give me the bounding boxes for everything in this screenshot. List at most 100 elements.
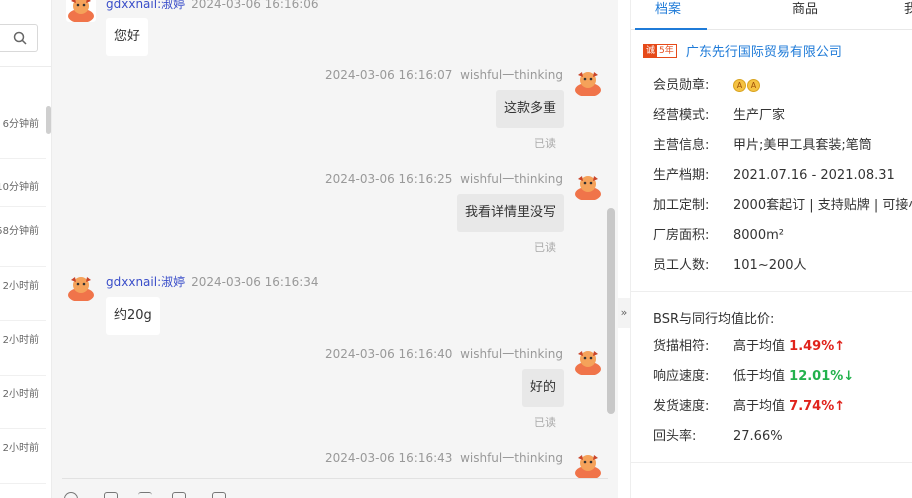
- message-list[interactable]: gdxxnail:淑婷 2024-03-06 16:16:06 您好 2024-0…: [52, 0, 618, 498]
- avatar-icon: [575, 351, 601, 376]
- company-name-link[interactable]: 广东先行国际贸易有限公司: [686, 41, 842, 60]
- message-header: 2024-03-06 16:16:43 wishful一thinking: [325, 449, 563, 466]
- message-header: 2024-03-06 16:16:07 wishful一thinking: [325, 66, 563, 83]
- tab-profile[interactable]: 档案: [655, 0, 681, 20]
- divider: [0, 375, 46, 376]
- avatar[interactable]: [573, 170, 603, 201]
- info-value: 甲片;美甲工具套装;笔筒: [733, 138, 872, 153]
- avatar[interactable]: [573, 345, 603, 376]
- emoji-icon[interactable]: [64, 492, 78, 498]
- bsr-label: 回头率:: [653, 429, 697, 444]
- history-icon[interactable]: [212, 492, 226, 498]
- info-value: 生产厂家: [733, 108, 786, 123]
- arrow-up-icon: ↑: [834, 399, 846, 414]
- medal-icon: A: [733, 79, 746, 92]
- info-row-medal: 会员勋章: A A: [653, 76, 761, 96]
- read-status: 已读: [534, 416, 556, 429]
- message-header: 2024-03-06 16:16:25 wishful一thinking: [325, 170, 563, 187]
- avatar[interactable]: [573, 449, 603, 480]
- info-label: 主营信息:: [653, 138, 710, 153]
- divider: [0, 483, 46, 484]
- message-bubble[interactable]: 约20g: [106, 297, 160, 335]
- sender-name[interactable]: gdxxnail:淑婷: [106, 0, 185, 11]
- message-time: 2024-03-06 16:16:07: [324, 68, 453, 82]
- message-time: 2024-03-06 16:16:06: [191, 0, 319, 11]
- session-time: 2小时前: [2, 389, 39, 400]
- message-time: 2024-03-06 16:16:40: [324, 347, 453, 361]
- scissors-icon[interactable]: [138, 492, 152, 498]
- collapse-panel-button[interactable]: »: [618, 298, 630, 328]
- session-list[interactable]: 6分钟前 10分钟前 58分钟前 2小时前 2小时前 2小时前 2小时前: [0, 0, 52, 498]
- info-row: 主营信息: 甲片;美甲工具套装;笔筒: [653, 136, 872, 156]
- session-time: 10分钟前: [0, 182, 39, 193]
- info-label: 厂房面积:: [653, 228, 710, 243]
- arrow-down-icon: ↓: [843, 369, 855, 384]
- info-value: 101~200人: [733, 258, 807, 273]
- chat-window: 6分钟前 10分钟前 58分钟前 2小时前 2小时前 2小时前 2小时前 gdx…: [0, 0, 912, 498]
- divider: [0, 428, 46, 429]
- tab-products[interactable]: 商品: [792, 0, 818, 20]
- bsr-prefix: 高于均值: [733, 339, 786, 354]
- message-time: 2024-03-06 16:16:34: [191, 275, 319, 289]
- avatar[interactable]: [573, 66, 603, 97]
- info-label: 员工人数:: [653, 258, 710, 273]
- badge-tag: 诚: [644, 44, 658, 57]
- divider: [0, 206, 46, 207]
- avatar-icon: [68, 277, 94, 302]
- read-status: 已读: [534, 137, 556, 150]
- sender-name[interactable]: gdxxnail:淑婷: [106, 275, 185, 289]
- session-scrollbar[interactable]: [46, 106, 51, 134]
- bsr-label: 发货速度:: [653, 399, 710, 414]
- info-value: 8000m²: [733, 228, 784, 243]
- bsr-prefix: 低于均值: [733, 369, 786, 384]
- read-status: 已读: [534, 241, 556, 254]
- session-time: 2小时前: [2, 443, 39, 454]
- avatar-icon: [575, 72, 601, 97]
- info-value: 2000套起订 | 支持贴牌 | 可接小: [733, 198, 912, 213]
- sender-name: wishful一thinking: [460, 172, 563, 186]
- message-time: 2024-03-06 16:16:43: [324, 451, 453, 465]
- bsr-row: 货描相符: 高于均值 1.49%↑: [653, 337, 845, 357]
- avatar-icon: [575, 176, 601, 201]
- avatar[interactable]: [66, 271, 96, 302]
- sender-name: wishful一thinking: [460, 68, 563, 82]
- bsr-prefix: 高于均值: [733, 399, 786, 414]
- session-time: 2小时前: [2, 335, 39, 346]
- info-row: 员工人数: 101~200人: [653, 256, 807, 276]
- info-label: 经营模式:: [653, 108, 710, 123]
- message-bubble[interactable]: 这款多重: [495, 90, 564, 128]
- avatar-icon: [66, 0, 96, 23]
- divider: [0, 66, 52, 67]
- message-bubble[interactable]: 好的: [521, 369, 564, 407]
- message-bubble[interactable]: 您好: [106, 18, 149, 56]
- bsr-title: BSR与同行均值比价:: [653, 312, 775, 327]
- company-header: 诚 5年 广东先行国际贸易有限公司: [643, 40, 842, 60]
- bsr-row: 回头率: 27.66%: [653, 427, 783, 447]
- active-tab-indicator: [635, 28, 707, 30]
- session-time: 2小时前: [2, 281, 39, 292]
- divider: [631, 291, 912, 292]
- panel-tabs: 档案 商品 我: [631, 0, 912, 30]
- session-time: 58分钟前: [0, 226, 39, 237]
- message-header: 2024-03-06 16:16:40 wishful一thinking: [325, 345, 563, 362]
- sender-name: wishful一thinking: [460, 347, 563, 361]
- chat-scrollbar[interactable]: [607, 208, 615, 414]
- bsr-row: 响应速度: 低于均值 12.01%↓: [653, 367, 854, 387]
- search-button[interactable]: [0, 24, 38, 52]
- file-icon[interactable]: [172, 492, 186, 498]
- tab-more[interactable]: 我: [904, 0, 912, 20]
- message-bubble[interactable]: 我看详情里没写: [456, 194, 564, 232]
- info-row: 加工定制: 2000套起订 | 支持贴牌 | 可接小: [653, 196, 912, 216]
- image-icon[interactable]: [104, 492, 118, 498]
- seller-profile-panel: 档案 商品 我 诚 5年 广东先行国际贸易有限公司 会员勋章: A A 经营模式: 生产…: [630, 0, 912, 498]
- divider: [0, 158, 46, 159]
- info-row: 经营模式: 生产厂家: [653, 106, 785, 126]
- avatar[interactable]: [66, 0, 96, 23]
- double-chevron-right-icon: »: [620, 306, 628, 319]
- sender-name: wishful一thinking: [460, 451, 563, 465]
- info-label: 生产档期:: [653, 168, 710, 183]
- bsr-label: 货描相符:: [653, 339, 710, 354]
- bsr-value: 7.74%: [789, 399, 835, 414]
- bsr-value: 1.49%: [789, 339, 835, 354]
- divider: [0, 320, 46, 321]
